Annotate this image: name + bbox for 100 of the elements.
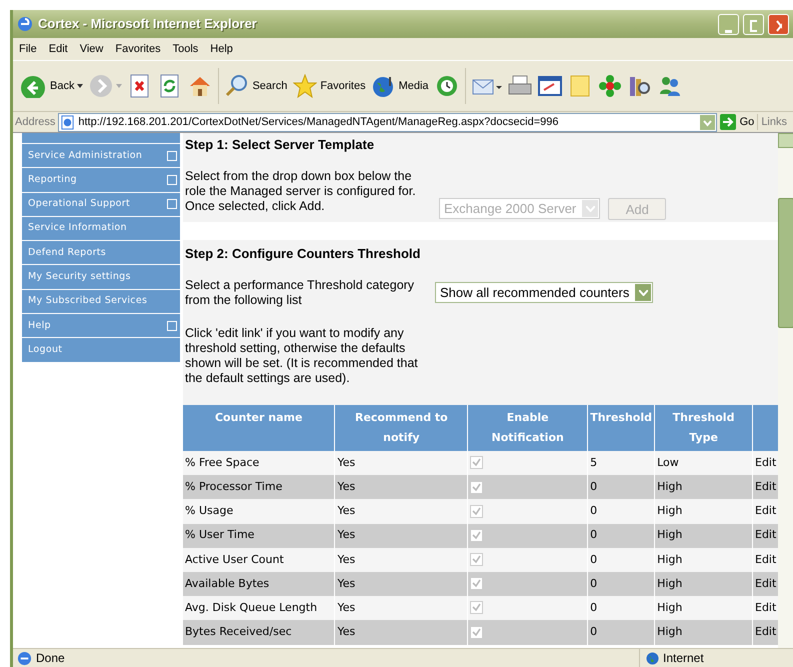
checkbox[interactable] bbox=[470, 553, 484, 566]
table-cell: Available Bytes bbox=[183, 572, 335, 596]
step-heading: Step 2: Configure Counters Threshold bbox=[185, 245, 422, 263]
dropdown-icon bbox=[586, 206, 595, 212]
edit-link[interactable]: Edit bbox=[752, 620, 778, 644]
table-cell: High bbox=[654, 524, 752, 548]
checkbox[interactable] bbox=[470, 601, 484, 614]
table-cell: 0 bbox=[588, 524, 655, 548]
table-cell: High bbox=[654, 572, 752, 596]
address-label: Address bbox=[15, 114, 56, 130]
back-icon bbox=[19, 74, 47, 98]
column-header: Enable Notification bbox=[468, 405, 588, 451]
edit-icon[interactable] bbox=[538, 74, 562, 98]
instruction-text: Click 'edit link' if you want to modify any threshold setting, otherwise the defaults shown will be set. (It is recommended that the default settings are used). bbox=[185, 326, 419, 386]
table-cell: Yes bbox=[334, 475, 468, 500]
books-icon[interactable] bbox=[628, 74, 652, 98]
checkbox[interactable] bbox=[470, 528, 484, 542]
star-icon bbox=[293, 74, 318, 98]
table-cell: Avg. Disk Queue Length bbox=[183, 596, 335, 620]
table-cell: Yes bbox=[334, 572, 468, 596]
table-cell: Active User Count bbox=[183, 548, 335, 572]
menu-item[interactable]: View bbox=[74, 40, 110, 58]
expand-icon[interactable] bbox=[167, 174, 177, 185]
media-button[interactable]: Media bbox=[372, 74, 429, 98]
home-icon[interactable] bbox=[188, 74, 212, 98]
column-header: Threshold bbox=[588, 405, 655, 451]
note-icon[interactable] bbox=[568, 74, 592, 98]
checkbox[interactable] bbox=[470, 577, 484, 590]
page-icon bbox=[60, 114, 76, 130]
links-label[interactable]: Links bbox=[761, 114, 791, 130]
table-cell: High bbox=[654, 548, 752, 572]
page-icon bbox=[17, 650, 32, 666]
edit-link[interactable]: Edit bbox=[752, 499, 778, 524]
table-cell: 0 bbox=[588, 499, 655, 524]
step-heading: Step 1: Select Server Template bbox=[185, 136, 376, 154]
address-field[interactable]: http://192.168.201.201/CortexDotNet/Services/ManagedNTAgent/ManageReg.aspx?docsecid=996 bbox=[58, 112, 717, 132]
search-button[interactable]: Search bbox=[225, 74, 288, 98]
minimize-button[interactable] bbox=[718, 14, 739, 34]
checkbox[interactable] bbox=[470, 626, 484, 639]
edit-link[interactable]: Edit bbox=[752, 548, 778, 572]
edit-link[interactable]: Edit bbox=[752, 572, 778, 596]
table-cell: Low bbox=[654, 451, 752, 476]
edit-link[interactable]: Edit bbox=[752, 596, 778, 620]
menu-item[interactable]: Edit bbox=[42, 40, 74, 58]
checkbox[interactable] bbox=[470, 456, 484, 470]
history-icon[interactable] bbox=[434, 74, 459, 98]
browser-icon bbox=[17, 16, 33, 32]
expand-icon[interactable] bbox=[167, 199, 177, 210]
edit-link[interactable]: Edit bbox=[752, 475, 778, 500]
close-icon bbox=[775, 18, 782, 32]
category-select[interactable]: Show all recommended counters bbox=[435, 282, 654, 303]
instruction-text: Select from the drop down box below the role the Managed server is configured for. Once selected, click Add. bbox=[185, 168, 417, 214]
zone-text: Internet bbox=[663, 650, 704, 667]
table-cell: Yes bbox=[334, 548, 468, 572]
menu-item[interactable]: File bbox=[13, 40, 43, 58]
search-icon bbox=[225, 74, 250, 98]
instruction-text: Select a performance Threshold category from the following list bbox=[185, 278, 416, 308]
close-button[interactable] bbox=[768, 14, 789, 34]
edit-link[interactable]: Edit bbox=[752, 451, 778, 476]
column-header: Recommend to notify bbox=[334, 405, 468, 451]
table-cell: Yes bbox=[334, 596, 468, 620]
go-arrow-icon bbox=[720, 114, 736, 130]
menu-item[interactable]: Help bbox=[204, 40, 239, 58]
table-cell: High bbox=[654, 620, 752, 644]
table-cell: Yes bbox=[334, 524, 468, 548]
dropdown-icon[interactable] bbox=[700, 114, 715, 130]
scrollbar[interactable] bbox=[778, 133, 793, 648]
maximize-button[interactable] bbox=[743, 14, 764, 34]
go-button[interactable]: Go bbox=[720, 114, 754, 130]
table-cell: % Free Space bbox=[183, 451, 335, 476]
table-cell: % User Time bbox=[183, 524, 335, 548]
status-text: Done bbox=[36, 650, 65, 667]
people-icon[interactable] bbox=[658, 74, 682, 98]
expand-icon[interactable] bbox=[167, 320, 177, 331]
checkbox[interactable] bbox=[470, 480, 484, 494]
table-cell: High bbox=[654, 596, 752, 620]
dropdown-icon bbox=[638, 290, 648, 296]
table-cell: Yes bbox=[334, 499, 468, 524]
table-cell: 0 bbox=[588, 572, 655, 596]
edit-link[interactable]: Edit bbox=[752, 524, 778, 548]
table-cell: % Usage bbox=[183, 499, 335, 524]
forward-icon[interactable] bbox=[89, 74, 122, 98]
window-title: Cortex - Microsoft Internet Explorer bbox=[38, 15, 257, 34]
table-cell: Bytes Received/sec bbox=[183, 620, 335, 644]
table-cell: Yes bbox=[334, 620, 468, 644]
menu-item[interactable]: Favorites bbox=[109, 40, 167, 58]
table-cell: 0 bbox=[588, 475, 655, 500]
menu-item[interactable]: Tools bbox=[166, 40, 204, 58]
column-header: Counter name bbox=[183, 405, 335, 451]
table-cell: Yes bbox=[334, 451, 468, 476]
checkbox[interactable] bbox=[470, 504, 484, 518]
table-cell: High bbox=[654, 499, 752, 524]
favorites-button[interactable]: Favorites bbox=[293, 74, 366, 98]
column-header: Threshold Type bbox=[654, 405, 752, 451]
expand-icon[interactable] bbox=[167, 150, 177, 161]
flower-icon[interactable] bbox=[598, 74, 622, 98]
table-cell: High bbox=[654, 475, 752, 500]
table-cell: 0 bbox=[588, 548, 655, 572]
table-cell: 5 bbox=[588, 451, 655, 476]
back-button[interactable]: Back bbox=[19, 74, 84, 98]
